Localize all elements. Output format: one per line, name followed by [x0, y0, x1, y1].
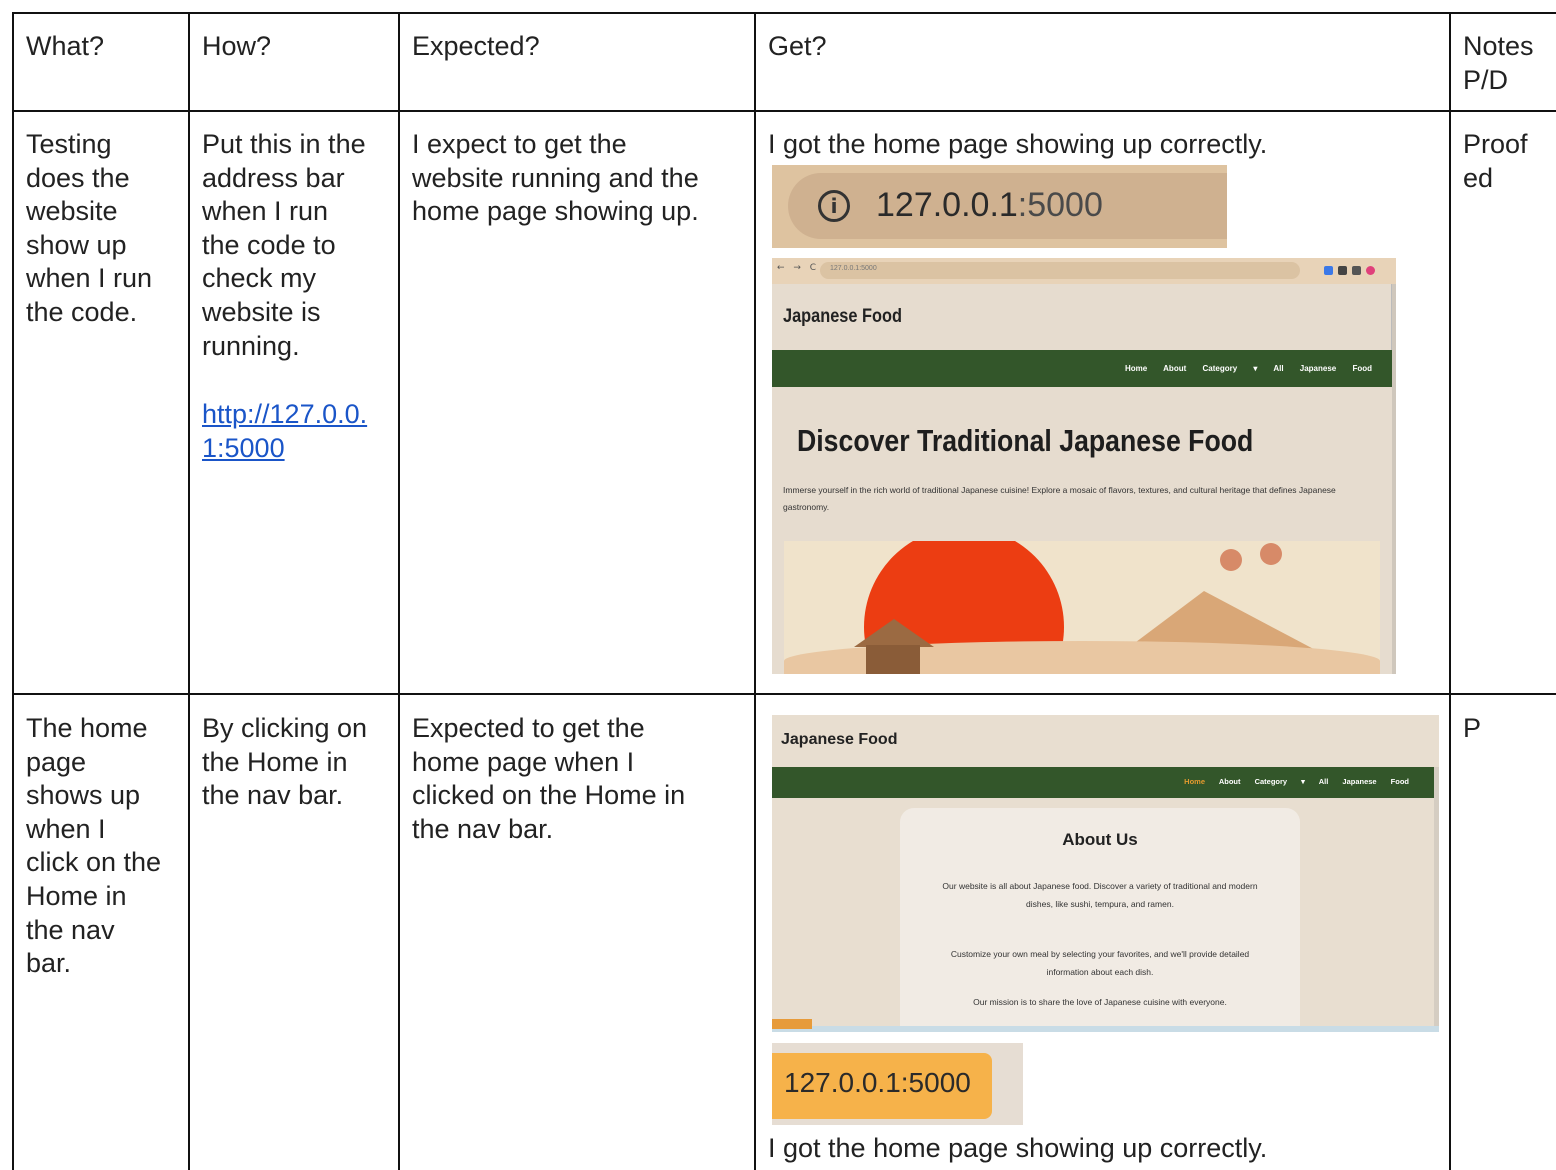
row2-notes: P [1463, 713, 1482, 743]
row1-notes: Proof ed [1463, 129, 1528, 193]
row2-what: The home page shows up when I click on t… [26, 713, 162, 979]
row1-get: I got the home page showing up correctly… [768, 129, 1268, 159]
menu-rest: About Category ▾ All Japanese Food [1218, 777, 1409, 786]
homepage-screenshot: ← → C 127.0.0.1:5000 Japanese Food Home … [772, 258, 1396, 674]
profile-avatar [1366, 266, 1375, 275]
extension-icon [1352, 266, 1361, 275]
site-menu: Home About Category ▾ All Japanese Food [1125, 364, 1372, 373]
about-paragraph: Customize your own meal by selecting you… [950, 949, 1250, 977]
table-col-line-0 [12, 12, 14, 1170]
page-scrollbar [1434, 767, 1439, 1032]
row1-how: Put this in the address bar when I run t… [202, 129, 366, 361]
site-brand: Japanese Food [781, 731, 898, 748]
row2-get: I got the home page showing up correctly… [768, 1133, 1268, 1163]
hero-title: Discover Traditional Japanese Food [797, 423, 1254, 458]
extension-icon [1324, 266, 1333, 275]
address-text: 127.0.0.1:5000 [784, 1067, 971, 1098]
row2-expected: Expected to get the home page when I cli… [412, 713, 686, 844]
hero-text: Immerse yourself in the rich world of tr… [783, 485, 1336, 512]
table-col-line-4 [1449, 12, 1451, 1170]
address-text: 127.0.0.1:5000 [876, 186, 1103, 225]
table-col-line-3 [754, 12, 756, 1170]
header-what: What? [26, 31, 105, 61]
table-col-line-2 [398, 12, 400, 1170]
info-icon: i [818, 190, 850, 222]
blossom-shape [1260, 543, 1282, 565]
header-expected: Expected? [412, 31, 540, 61]
pagoda-roof [854, 619, 934, 647]
page-scrollbar [1392, 284, 1396, 674]
about-page-screenshot: Japanese Food Home About Category ▾ All … [772, 715, 1439, 1032]
header-how: How? [202, 31, 272, 61]
browser-url-pill [820, 262, 1300, 279]
row1-expected: I expect to get the website running and … [412, 129, 699, 227]
browser-nav-icons: ← → C [777, 263, 820, 273]
taskbar-strip [772, 1026, 1439, 1032]
header-notes: Notes P/D [1463, 31, 1534, 95]
table-col-line-1 [188, 12, 190, 1170]
address-tab-screenshot: 127.0.0.1:5000 [772, 1043, 1023, 1125]
header-get: Get? [768, 31, 827, 61]
menu-home-active: Home [1184, 777, 1206, 786]
table-border-top [12, 12, 1556, 14]
site-menu: Home About Category ▾ All Japanese Food [1184, 777, 1409, 786]
row2-how: By clicking on the Home in the nav bar. [202, 713, 368, 811]
address-host: 127.0.0.1 [876, 186, 1018, 224]
blossom-shape [1220, 549, 1242, 571]
extension-icon [1338, 266, 1347, 275]
site-brand: Japanese Food [783, 306, 902, 327]
table-border-header [12, 110, 1556, 112]
about-paragraph: Our mission is to share the love of Japa… [973, 997, 1227, 1007]
status-tag [772, 1019, 812, 1029]
browser-url-text: 127.0.0.1:5000 [830, 265, 877, 272]
row1-how-link[interactable]: http://127.0.0. 1:5000 [202, 398, 367, 465]
row1-what: Testing does the website show up when I … [26, 129, 153, 327]
about-title: About Us [1062, 830, 1138, 849]
hero-illustration [784, 541, 1380, 674]
table-border-row1 [12, 693, 1556, 695]
address-port: :5000 [1017, 186, 1103, 224]
about-paragraph: Our website is all about Japanese food. … [942, 881, 1258, 909]
pagoda-house [866, 645, 920, 674]
address-bar-screenshot: i 127.0.0.1:5000 [772, 165, 1227, 248]
